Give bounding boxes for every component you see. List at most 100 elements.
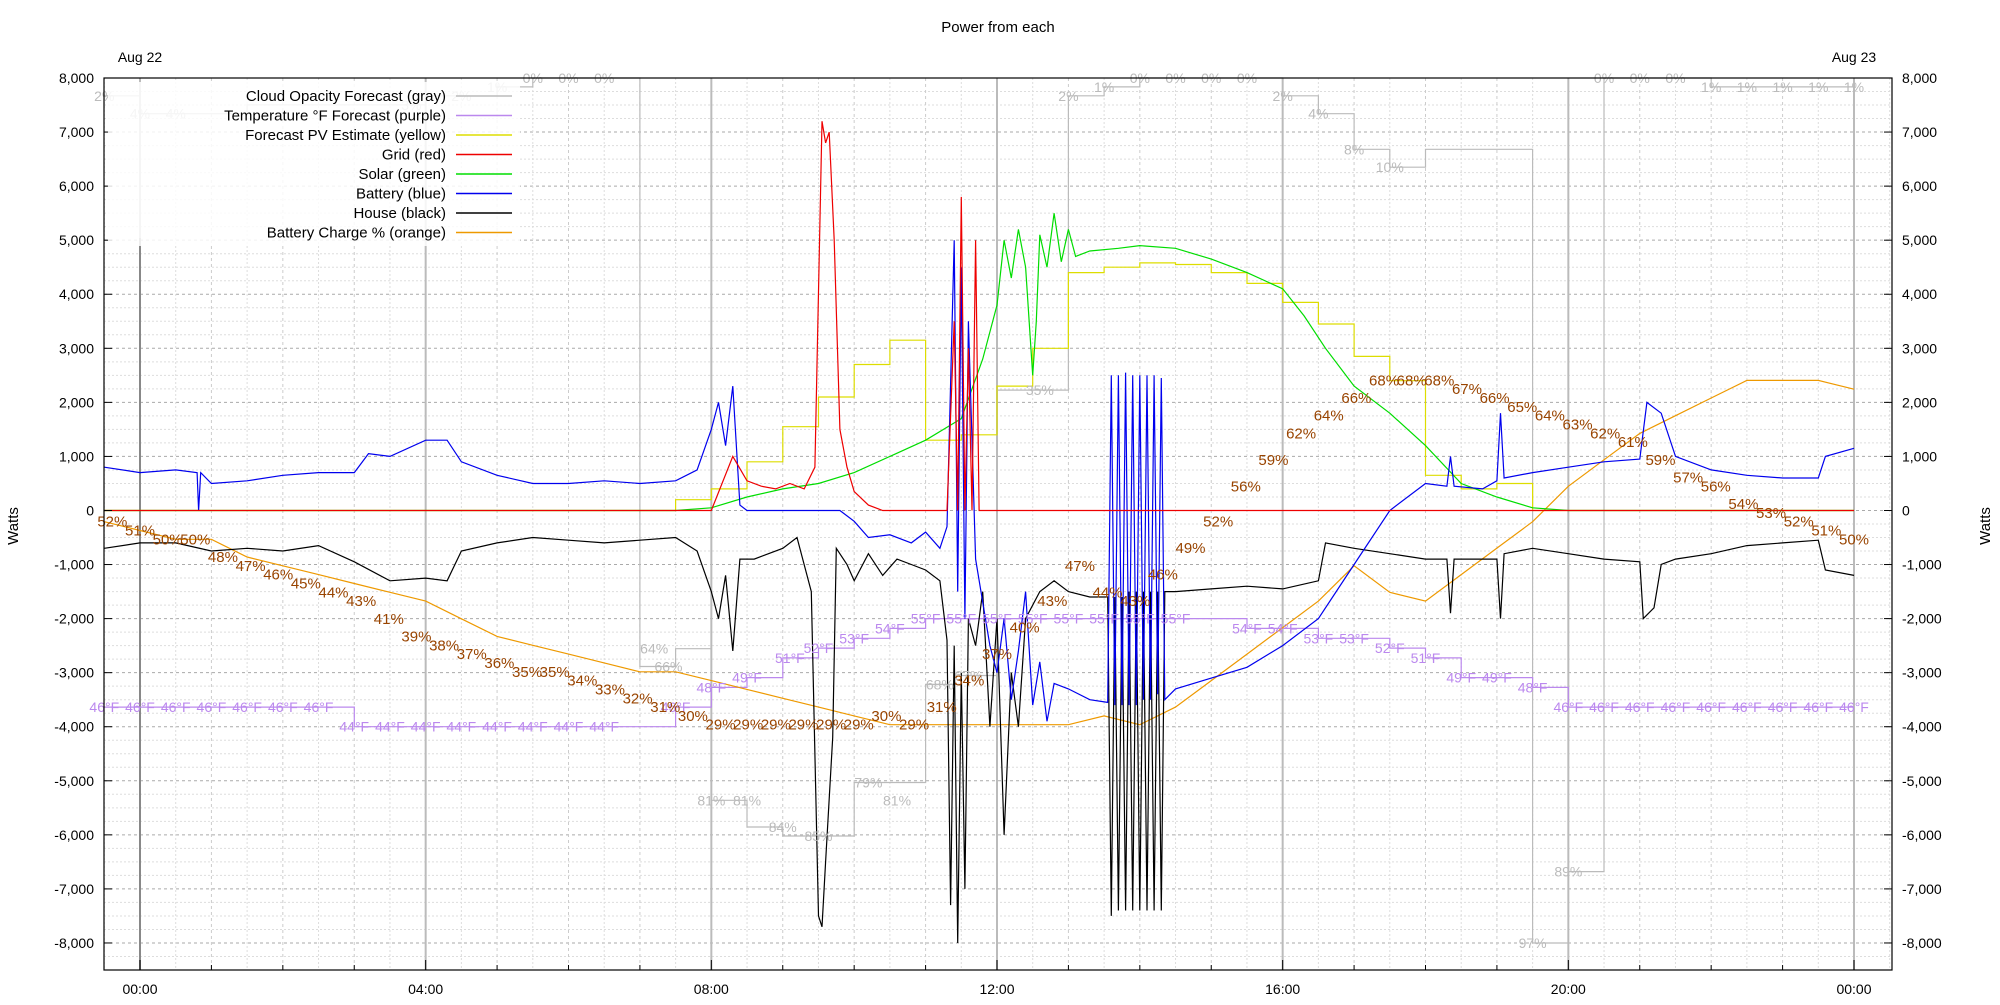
data-label: 44°F: [339, 719, 369, 735]
data-label-battery-charge: 68%: [1397, 372, 1427, 389]
data-label-battery-charge: 48%: [208, 549, 238, 566]
data-label-battery-charge: 62%: [1590, 425, 1620, 442]
data-label: 48°F: [696, 679, 726, 695]
y-tick-label-left: 7,000: [59, 124, 94, 140]
y-tick-label-left: 4,000: [59, 286, 94, 302]
data-label-battery-charge: 32%: [623, 690, 653, 707]
data-label-battery-charge: 68%: [1424, 372, 1454, 389]
data-label: 1%: [1094, 79, 1114, 95]
x-tick-label: 04:00: [408, 981, 443, 997]
data-label: 46°F: [125, 699, 155, 715]
x-tick-label: 00:00: [122, 981, 157, 997]
y-tick-label-right: 8,000: [1902, 70, 1937, 86]
y-tick-label-left: -5,000: [54, 773, 94, 789]
data-label: 53°F: [839, 630, 869, 646]
data-label-battery-charge: 39%: [401, 628, 431, 645]
data-label: 55°F: [1125, 611, 1155, 627]
data-label: 49°F: [1446, 670, 1476, 686]
y-tick-label-left: 2,000: [59, 394, 94, 410]
data-label: 1%: [1737, 79, 1757, 95]
data-label-battery-charge: 38%: [429, 637, 459, 654]
data-label-battery-charge: 46%: [263, 567, 293, 584]
data-label: 49°F: [732, 670, 762, 686]
y-tick-label-right: 5,000: [1902, 232, 1937, 248]
data-label-battery-charge: 30%: [678, 708, 708, 725]
data-label: 51°F: [1411, 650, 1441, 666]
data-label: 1%: [1844, 79, 1864, 95]
data-label: 44°F: [411, 719, 441, 735]
y-tick-label-right: -6,000: [1902, 827, 1942, 843]
y-tick-label-right: 3,000: [1902, 340, 1937, 356]
chart-svg: 2%4%4%3%2%1%0%0%0%66%64%81%81%84%85%79%8…: [5, 19, 1994, 997]
data-label-battery-charge: 68%: [1369, 372, 1399, 389]
y-tick-label-right: -4,000: [1902, 719, 1942, 735]
data-label-battery-charge: 45%: [291, 575, 321, 592]
data-label-battery-charge: 54%: [1728, 496, 1758, 513]
y-tick-label-right: -3,000: [1902, 665, 1942, 681]
data-label-battery-charge: 52%: [1784, 514, 1814, 531]
data-label-battery-charge: 37%: [457, 646, 487, 663]
y-tick-label-left: -3,000: [54, 665, 94, 681]
data-label-battery-charge: 50%: [153, 531, 183, 548]
data-label: 4%: [1308, 106, 1328, 122]
x-tick-label: 08:00: [694, 981, 729, 997]
data-label-battery-charge: 67%: [1452, 381, 1482, 398]
data-label-battery-charge: 35%: [512, 664, 542, 681]
data-label: 49°F: [1482, 670, 1512, 686]
y-tick-label-right: 0: [1902, 502, 1910, 518]
y-tick-label-left: -2,000: [54, 611, 94, 627]
y-tick-label-left: 8,000: [59, 70, 94, 86]
data-label-battery-charge: 40%: [1010, 620, 1040, 637]
chart: 2%4%4%3%2%1%0%0%0%66%64%81%81%84%85%79%8…: [0, 0, 2000, 1000]
data-label: 46°F: [161, 699, 191, 715]
data-label-battery-charge: 59%: [1645, 452, 1675, 469]
data-label: 55°F: [1161, 611, 1191, 627]
data-label: 10%: [1376, 159, 1404, 175]
y-tick-label-right: -7,000: [1902, 881, 1942, 897]
data-label-battery-charge: 29%: [816, 717, 846, 734]
data-label-battery-charge: 65%: [1507, 399, 1537, 416]
y-tick-label-left: -8,000: [54, 935, 94, 951]
data-label-battery-charge: 44%: [1093, 584, 1123, 601]
data-label: 44°F: [554, 719, 584, 735]
chart-title: Power from each: [941, 19, 1054, 36]
data-label: 81%: [883, 792, 911, 808]
data-label: 35%: [1026, 382, 1054, 398]
data-label-battery-charge: 64%: [1535, 408, 1565, 425]
y-tick-label-right: -2,000: [1902, 611, 1942, 627]
data-label: 1%: [1701, 79, 1721, 95]
data-label: 8%: [1344, 141, 1364, 157]
data-label-battery-charge: 51%: [1811, 522, 1841, 539]
y-tick-label-left: 6,000: [59, 178, 94, 194]
y-axis-label-right: Watts: [1977, 507, 1994, 545]
data-label: 53°F: [1339, 630, 1369, 646]
data-label: 48°F: [1518, 679, 1548, 695]
data-label: 46°F: [1732, 699, 1762, 715]
data-label-battery-charge: 41%: [374, 611, 404, 628]
legend-label: Solar (green): [358, 166, 446, 183]
legend-label: Battery (blue): [356, 186, 446, 203]
data-label: 46°F: [304, 699, 334, 715]
data-label-battery-charge: 31%: [650, 699, 680, 716]
data-label: 81%: [697, 792, 725, 808]
date-left: Aug 22: [118, 49, 163, 65]
y-tick-label-left: -7,000: [54, 881, 94, 897]
y-tick-label-left: -6,000: [54, 827, 94, 843]
y-tick-label-left: 1,000: [59, 448, 94, 464]
data-label-battery-charge: 29%: [899, 717, 929, 734]
data-label: 53°F: [1304, 630, 1334, 646]
data-label-battery-charge: 63%: [1563, 417, 1593, 434]
series-line-solar: [104, 213, 1854, 512]
data-label: 97%: [1519, 935, 1547, 951]
data-label-battery-charge: 64%: [1314, 408, 1344, 425]
data-label-battery-charge: 56%: [1701, 478, 1731, 495]
data-label: 85%: [804, 828, 832, 844]
data-label: 89%: [1554, 864, 1582, 880]
y-tick-label-right: 1,000: [1902, 448, 1937, 464]
data-label: 46°F: [1553, 699, 1583, 715]
data-label-battery-charge: 33%: [595, 681, 625, 698]
data-label-battery-charge: 50%: [1839, 531, 1869, 548]
legend: Cloud Opacity Forecast (gray) Temperature…: [108, 82, 520, 246]
data-label-battery-charge: 57%: [1673, 470, 1703, 487]
legend-label: Battery Charge % (orange): [267, 225, 446, 242]
